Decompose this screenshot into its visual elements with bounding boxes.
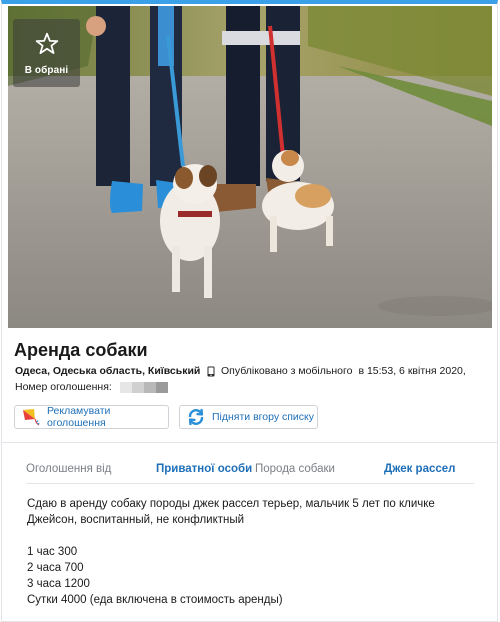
promote-listing-label: Рекламувати оголошення — [47, 405, 111, 429]
listing-id-row: Номер оголошення: — [15, 381, 168, 393]
published-timestamp: в 15:53, 6 квітня 2020, — [358, 365, 466, 377]
price-line: 1 час 300 — [27, 546, 78, 558]
listing-photo[interactable] — [8, 6, 492, 328]
favorite-label: В обрані — [24, 64, 69, 76]
kite-icon — [23, 409, 40, 426]
raise-listing-button[interactable]: Підняти вгору списку — [179, 405, 318, 429]
price-line: 2 часа 700 — [27, 562, 84, 574]
attributes-underline — [26, 483, 474, 484]
location-text[interactable]: Одеса, Одеська область, Київський — [15, 365, 200, 377]
listing-id-label: Номер оголошення: — [15, 381, 112, 393]
section-divider — [2, 442, 497, 443]
attribute-key: Порода собаки — [255, 463, 335, 475]
refresh-arrows-icon — [188, 408, 204, 426]
promote-listing-button[interactable]: Рекламувати оголошення — [14, 405, 169, 429]
star-icon — [35, 32, 58, 54]
dogs-photo-image — [8, 6, 492, 328]
price-line: 3 часа 1200 — [27, 578, 90, 590]
attribute-value-link[interactable]: Джек рассел — [384, 463, 455, 475]
attribute-key: Оголошення від — [26, 463, 112, 475]
attribute-value-link[interactable]: Приватної особи — [156, 463, 252, 475]
price-line: Сутки 4000 (еда включена в стоимость аре… — [27, 594, 283, 606]
listing-location: Одеса, Одеська область, Київський — [15, 365, 200, 377]
listing-description: Сдаю в аренду собаку породы джек рассел … — [27, 496, 477, 608]
description-line: Джейсон, воспитанный, не конфликтный — [27, 514, 245, 526]
published-info: Опубліковано з мобільного в 15:53, 6 кві… — [207, 365, 466, 377]
mobile-phone-icon — [207, 366, 215, 376]
favorite-button[interactable]: В обрані — [13, 19, 80, 87]
listing-id-redacted — [119, 381, 168, 393]
listing-card: В обрані Аренда собаки Одеса, Одеська об… — [1, 0, 498, 622]
description-line: Сдаю в аренду собаку породы джек рассел … — [27, 498, 435, 510]
published-prefix: Опубліковано з мобільного — [221, 365, 353, 377]
listing-attributes: Оголошення від Приватної особи Порода со… — [26, 463, 474, 483]
listing-title: Аренда собаки — [14, 340, 148, 360]
raise-listing-label: Підняти вгору списку — [212, 411, 315, 423]
